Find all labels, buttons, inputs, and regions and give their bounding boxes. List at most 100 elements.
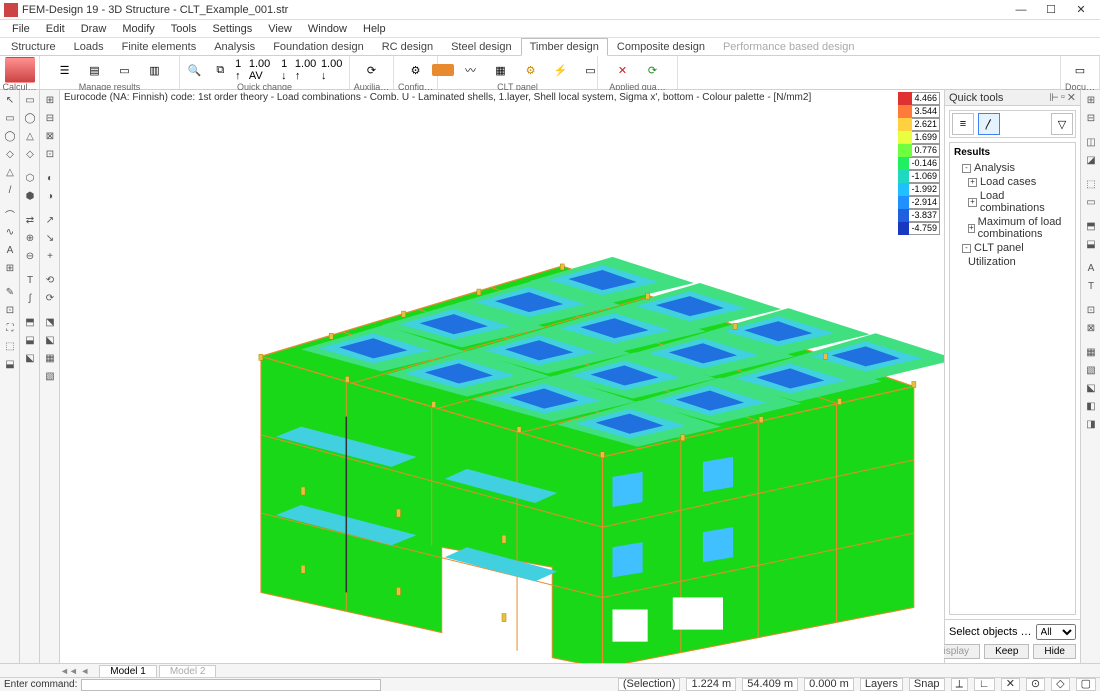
window-button[interactable]: ⧉ <box>210 57 232 83</box>
tool-icon[interactable]: ↗ <box>42 212 58 228</box>
tool-icon[interactable]: ⇄ <box>22 212 38 228</box>
tool-icon[interactable]: ⊖ <box>22 248 38 264</box>
command-input[interactable] <box>81 679 381 691</box>
menu-draw[interactable]: Draw <box>73 21 115 37</box>
tree-expand-icon[interactable]: + <box>968 198 977 207</box>
tool-icon[interactable]: ∿ <box>2 224 18 240</box>
tree-item-load-combinations[interactable]: Load combinations <box>980 190 1071 214</box>
clt-gear-button[interactable]: ⚙ <box>518 57 544 83</box>
quick-filter-button[interactable]: ▽ <box>1051 113 1073 135</box>
tool-icon[interactable]: ⬢ <box>22 188 38 204</box>
tool-icon[interactable]: A <box>1083 260 1099 276</box>
tool-icon[interactable]: T <box>22 272 38 288</box>
tool-icon[interactable]: ↖ <box>2 92 18 108</box>
config-button[interactable]: ⚙ <box>403 57 429 83</box>
tool-icon[interactable]: ⬓ <box>22 332 38 348</box>
snap-icon-5[interactable]: ◇ <box>1051 678 1069 691</box>
step-100a[interactable]: 1.00 ↑ <box>295 58 319 82</box>
menu-modify[interactable]: Modify <box>114 21 162 37</box>
layers-button[interactable]: Layers <box>860 678 903 691</box>
tool-icon[interactable]: ⊡ <box>1083 302 1099 318</box>
tool-icon[interactable]: △ <box>22 128 38 144</box>
refresh-button[interactable]: ⟳ <box>640 57 666 83</box>
snap-icon-2[interactable]: ∟ <box>974 678 995 691</box>
tool-icon[interactable]: ⬕ <box>22 350 38 366</box>
documentation-button[interactable]: ▭ <box>1067 57 1093 83</box>
tool-icon[interactable]: ⬚ <box>2 338 18 354</box>
tool-icon[interactable]: ◨ <box>1083 416 1099 432</box>
ribbon-tab-structure[interactable]: Structure <box>2 38 65 55</box>
tree-item-utilization[interactable]: Utilization <box>968 256 1016 268</box>
keep-button[interactable]: Keep <box>984 644 1029 659</box>
step-1[interactable]: 1 ↑ <box>235 58 247 82</box>
tool-icon[interactable]: ⊠ <box>1083 320 1099 336</box>
tool-icon[interactable]: T <box>1083 278 1099 294</box>
tool-icon[interactable]: ⬚ <box>1083 176 1099 192</box>
tool-icon[interactable]: ◪ <box>1083 152 1099 168</box>
snap-icon-3[interactable]: ✕ <box>1001 678 1020 691</box>
tool-icon[interactable]: / <box>2 182 18 198</box>
auxiliary-button[interactable]: ⟳ <box>359 57 385 83</box>
tool-icon[interactable]: ◐ <box>42 170 58 186</box>
tool-icon[interactable]: ◇ <box>2 146 18 162</box>
zoom-button[interactable]: 🔍 <box>184 57 206 83</box>
tab-scroll-left-icon[interactable]: ◄◄ ◄ <box>60 666 89 676</box>
tool-icon[interactable]: ◇ <box>22 146 38 162</box>
step-2[interactable]: 1 ↓ <box>281 58 293 82</box>
calculate-button[interactable] <box>5 57 35 83</box>
ribbon-tab-analysis[interactable]: Analysis <box>205 38 264 55</box>
maximize-button[interactable]: ☐ <box>1036 1 1066 19</box>
tool-icon[interactable]: + <box>42 248 58 264</box>
clt-panel-rect-button[interactable] <box>432 64 454 76</box>
tool-icon[interactable]: ⊡ <box>42 146 58 162</box>
tree-item-clt-panel[interactable]: CLT panel <box>974 242 1024 254</box>
tool-icon[interactable]: ∫ <box>22 290 38 306</box>
tool-icon[interactable]: ⬕ <box>1083 380 1099 396</box>
result-filter-button[interactable]: ▥ <box>142 57 168 83</box>
tool-icon[interactable]: ◑ <box>42 188 58 204</box>
menu-file[interactable]: File <box>4 21 38 37</box>
tool-icon[interactable]: ⊟ <box>1083 110 1099 126</box>
minimize-button[interactable]: — <box>1006 1 1036 19</box>
tool-icon[interactable]: ⊟ <box>42 110 58 126</box>
tool-icon[interactable]: ◯ <box>2 128 18 144</box>
tool-icon[interactable]: ⊞ <box>2 260 18 276</box>
tool-icon[interactable]: ▦ <box>1083 344 1099 360</box>
viewport-3d[interactable]: Eurocode (NA: Finnish) code: 1st order t… <box>60 90 944 663</box>
result-open-button[interactable]: ▭ <box>112 57 138 83</box>
tool-icon[interactable]: ◯ <box>22 110 38 126</box>
ribbon-tab-timber-design[interactable]: Timber design <box>521 38 608 56</box>
pin-icon[interactable]: ⊩ <box>1049 91 1059 104</box>
tool-icon[interactable]: ✎ <box>2 284 18 300</box>
ribbon-tab-composite-design[interactable]: Composite design <box>608 38 714 55</box>
tool-icon[interactable]: ⬔ <box>42 314 58 330</box>
tool-icon[interactable]: ▧ <box>1083 362 1099 378</box>
tool-icon[interactable]: ⬓ <box>2 356 18 372</box>
list-results-button[interactable]: ☰ <box>52 57 78 83</box>
select-objects-dropdown[interactable]: All <box>1036 624 1076 640</box>
clt-graph-button[interactable]: 〰 <box>458 57 484 83</box>
menu-edit[interactable]: Edit <box>38 21 73 37</box>
menu-tools[interactable]: Tools <box>163 21 205 37</box>
tool-icon[interactable]: ⛶ <box>2 320 18 336</box>
tree-expand-icon[interactable]: - <box>962 244 971 253</box>
menu-view[interactable]: View <box>260 21 300 37</box>
tool-icon[interactable]: ◫ <box>1083 134 1099 150</box>
tool-icon[interactable]: ▭ <box>1083 194 1099 210</box>
step-100b[interactable]: 1.00 ↓ <box>321 58 345 82</box>
tree-expand-icon[interactable]: - <box>962 164 971 173</box>
snap-icon-4[interactable]: ⊙ <box>1026 678 1045 691</box>
tool-icon[interactable]: ⬒ <box>1083 218 1099 234</box>
tool-icon[interactable]: ⟳ <box>42 290 58 306</box>
menu-window[interactable]: Window <box>300 21 355 37</box>
tool-icon[interactable]: ⬕ <box>42 332 58 348</box>
ribbon-tab-finite-elements[interactable]: Finite elements <box>113 38 206 55</box>
model-tab-1[interactable]: Model 1 <box>99 665 157 677</box>
snap-button[interactable]: Snap <box>909 678 945 691</box>
tool-icon[interactable]: ▧ <box>42 368 58 384</box>
tool-icon[interactable]: ⊕ <box>22 230 38 246</box>
tool-icon[interactable]: ⊞ <box>42 92 58 108</box>
result-table-button[interactable]: ▤ <box>82 57 108 83</box>
tool-icon[interactable]: ▦ <box>42 350 58 366</box>
tree-item-analysis[interactable]: Analysis <box>974 162 1015 174</box>
